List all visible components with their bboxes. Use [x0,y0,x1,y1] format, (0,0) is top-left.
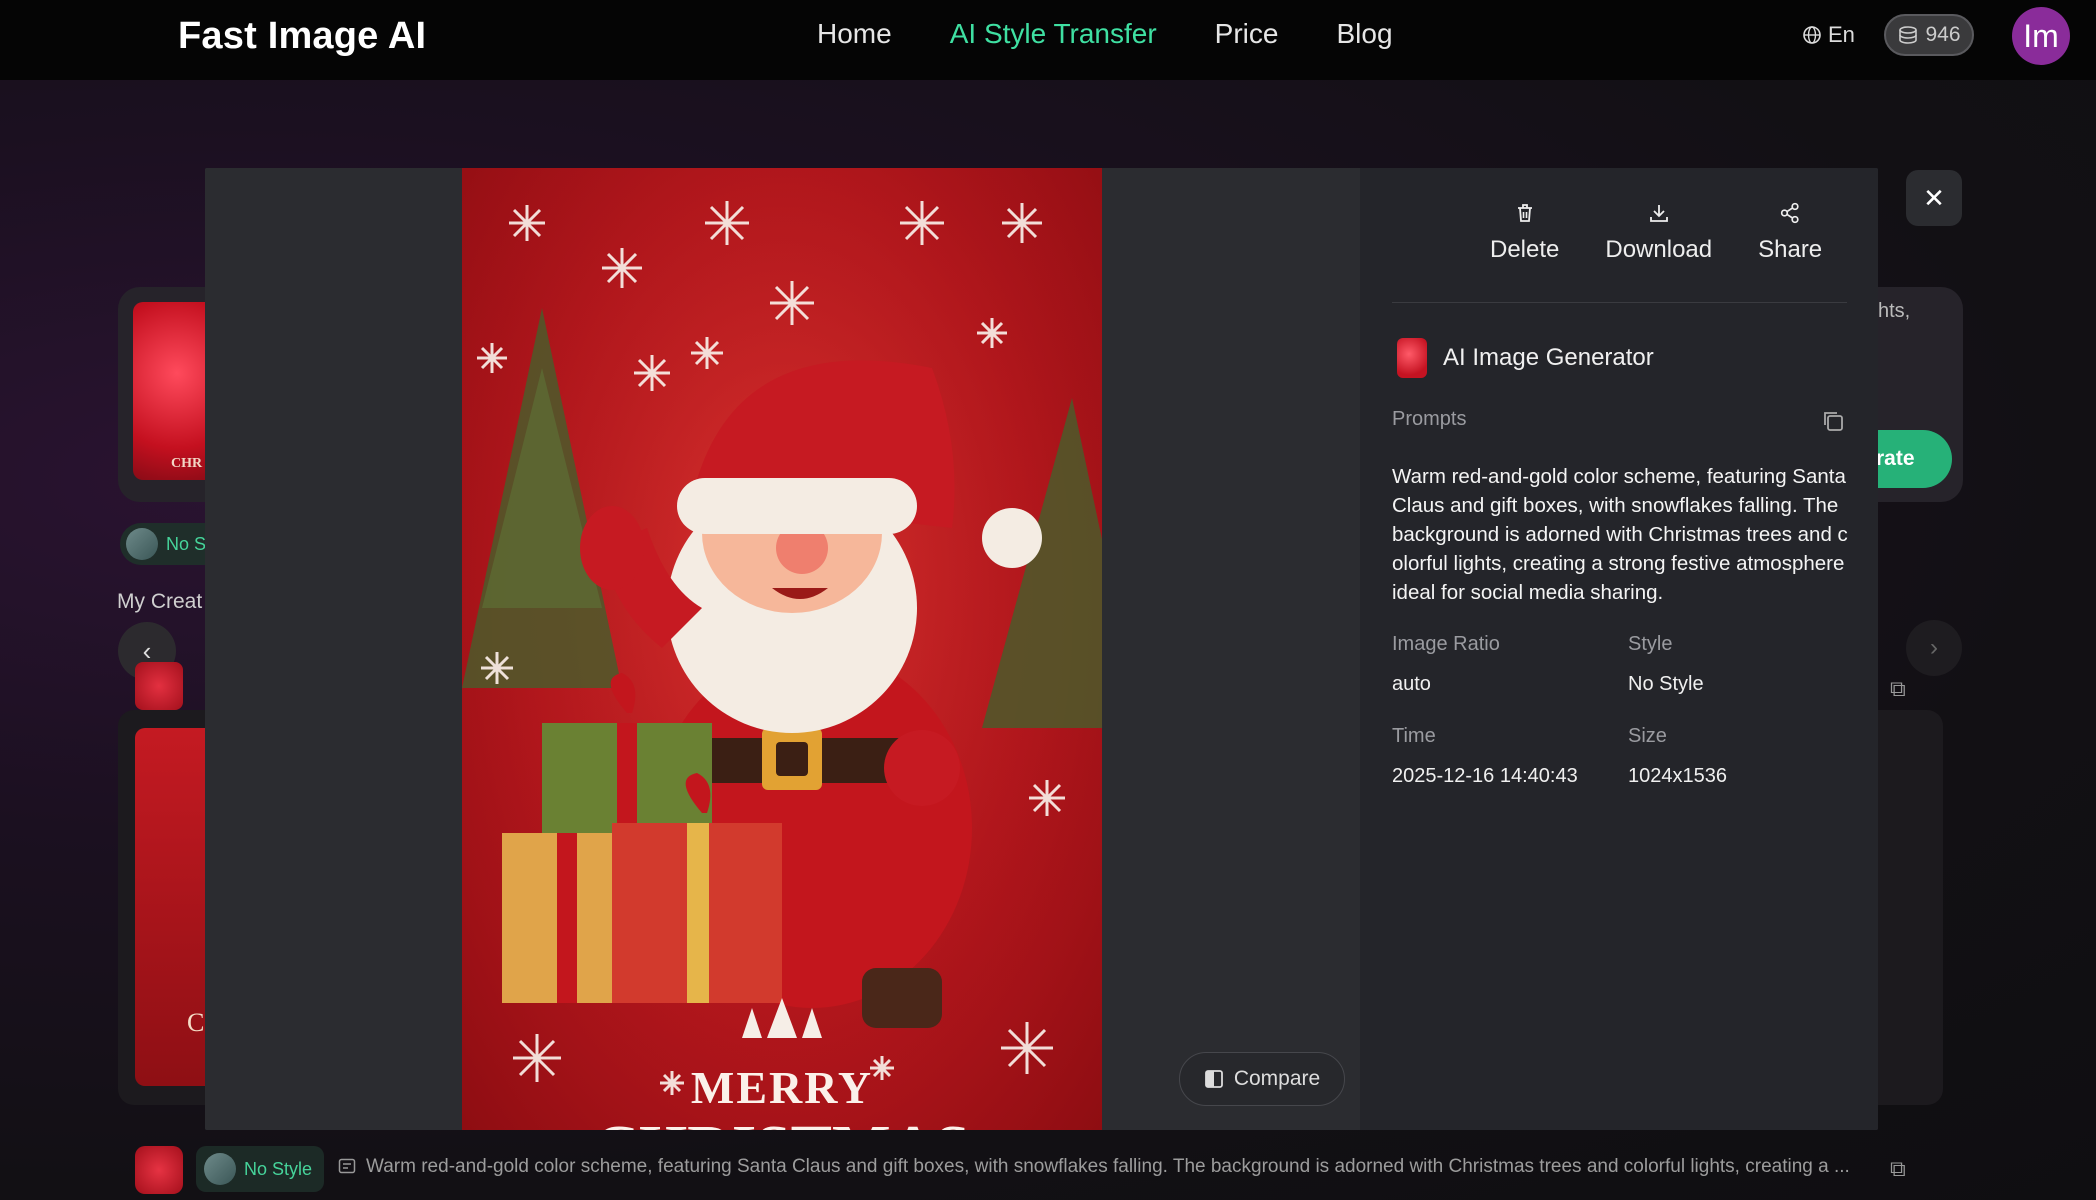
poster-line-merry: MERRY [691,1062,873,1113]
size-value: 1024x1536 [1628,765,1727,787]
prompt-icon [338,1158,356,1174]
style-thumb-icon [204,1153,236,1185]
copy-icon[interactable] [1820,408,1846,434]
style-label: Style [1628,633,1673,655]
bg-small-thumbnail[interactable] [135,662,183,710]
time-value: 2025-12-16 14:40:43 [1392,765,1578,787]
delete-label: Delete [1490,236,1560,263]
globe-icon [1803,26,1821,44]
compare-icon [1204,1070,1223,1088]
credits-badge[interactable]: 946 [1884,14,1974,56]
generator-title: AI Image Generator [1443,344,1654,371]
delete-button[interactable]: Delete [1490,202,1559,264]
nav-ai-style-transfer[interactable]: AI Style Transfer [950,18,1157,50]
bg-my-creations-heading: My Creat [117,590,203,613]
language-label: En [1828,22,1855,47]
bg-generate-button[interactable]: rate [1870,430,1952,488]
bg-history-row: No Style Warm red-and-gold color scheme,… [0,1140,2096,1196]
bg-prompt-partial: hts, [1878,300,1911,322]
history-copy-icon[interactable]: ⧉ [1890,1156,1906,1182]
prompts-label: Prompts [1392,408,1467,430]
close-icon: ✕ [1923,182,1945,213]
history-prompt: Warm red-and-gold color scheme, featurin… [338,1156,1850,1178]
credits-count: 946 [1925,23,1961,46]
share-icon [1780,202,1799,224]
bg-thumb-text: CHR [171,456,203,471]
prompt-text: Warm red-and-gold color scheme, featurin… [1392,465,1848,604]
chevron-right-icon: › [1930,634,1938,661]
action-bar: Delete Download Share [1490,202,1822,264]
bg-next-button[interactable]: › [1906,620,1962,676]
download-label: Download [1605,236,1713,263]
site-logo[interactable]: Fast Image AI [178,15,426,58]
christmas-poster-art: MERRY CHRISTMAS [462,168,1102,1130]
nav-home[interactable]: Home [817,18,892,50]
bg-copy-icon[interactable]: ⧉ [1890,676,1906,702]
style-thumb-icon [126,528,158,560]
nav-blog[interactable]: Blog [1336,18,1392,50]
page: Fast Image AI Home AI Style Transfer Pri… [0,0,2096,1200]
image-preview-area: MERRY CHRISTMAS Compare [205,168,1360,1130]
image-detail-modal: MERRY CHRISTMAS Compare Delete Download [205,168,1878,1130]
coins-icon [1899,26,1918,44]
size-label: Size [1628,725,1667,747]
user-avatar[interactable]: Im [2012,7,2070,65]
compare-label: Compare [1233,1067,1321,1090]
nav-price[interactable]: Price [1215,18,1279,50]
history-prompt-text: Warm red-and-gold color scheme, featurin… [366,1156,1850,1177]
history-thumbnail[interactable] [135,1146,183,1194]
poster-line-christmas: CHRISTMAS [594,1114,970,1130]
generated-image[interactable]: MERRY CHRISTMAS [462,168,1102,1130]
download-button[interactable]: Download [1605,202,1712,264]
main-nav: Home AI Style Transfer Price Blog [817,18,1393,50]
panel-divider [1392,302,1847,303]
compare-button[interactable]: Compare [1179,1052,1345,1106]
generator-source: AI Image Generator [1397,338,1654,378]
share-button[interactable]: Share [1758,202,1822,264]
image-ratio-value: auto [1392,673,1431,695]
language-selector[interactable]: En [1802,22,1855,48]
style-value: No Style [1628,673,1704,695]
bg-tall-thumb-text: C [187,1008,205,1037]
image-info-panel: Delete Download Share AI Image Generator… [1360,168,1878,1130]
share-label: Share [1758,236,1823,263]
image-ratio-label: Image Ratio [1392,633,1500,655]
close-modal-button[interactable]: ✕ [1906,170,1962,226]
history-style-label: No Style [244,1158,313,1179]
generator-thumb-icon [1397,338,1427,378]
history-style-pill[interactable]: No Style [196,1146,324,1192]
top-navigation-bar: Fast Image AI Home AI Style Transfer Pri… [0,0,2096,80]
trash-icon [1517,204,1532,222]
bg-style-pill-label: No S [166,533,207,554]
time-label: Time [1392,725,1436,747]
download-icon [1649,205,1668,222]
